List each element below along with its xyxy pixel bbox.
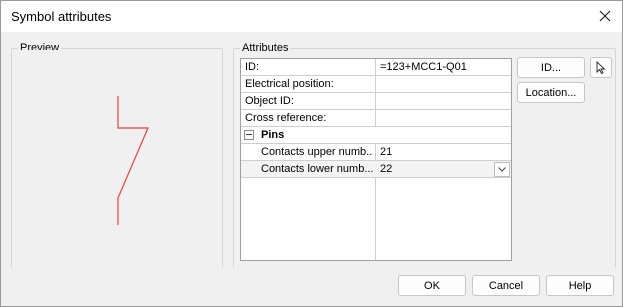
dropdown-button[interactable] bbox=[494, 162, 510, 177]
cursor-arrow-icon bbox=[596, 61, 606, 74]
title-bar: Symbol attributes bbox=[1, 1, 622, 32]
category-label: Pins bbox=[261, 129, 285, 141]
attribute-value[interactable]: 21 bbox=[380, 146, 392, 158]
id-button[interactable]: ID... bbox=[517, 57, 585, 78]
chevron-down-icon bbox=[498, 167, 506, 172]
attribute-row-electrical-position[interactable]: Electrical position: bbox=[241, 76, 511, 93]
attribute-label: Cross reference: bbox=[245, 112, 327, 124]
attribute-label: Contacts lower numb... bbox=[261, 163, 373, 175]
attribute-label: ID: bbox=[245, 61, 260, 73]
close-button[interactable] bbox=[591, 3, 619, 29]
preview-canvas bbox=[13, 50, 221, 267]
location-button[interactable]: Location... bbox=[517, 82, 585, 103]
attribute-row-object-id[interactable]: Object ID: bbox=[241, 93, 511, 110]
attributes-grid[interactable]: ID: =123+MCC1-Q01 Electrical position: O… bbox=[240, 58, 512, 261]
attribute-label: Object ID: bbox=[245, 95, 294, 107]
pin-row-lower[interactable]: Contacts lower numb... 22 bbox=[241, 161, 511, 178]
attribute-label: Electrical position: bbox=[245, 78, 334, 90]
attribute-row-cross-reference[interactable]: Cross reference: bbox=[241, 110, 511, 127]
contact-symbol-preview bbox=[117, 96, 149, 225]
attributes-group-title: Attributes bbox=[240, 42, 291, 54]
pin-row-upper[interactable]: Contacts upper numb... 21 bbox=[241, 144, 511, 161]
attribute-label: Contacts upper numb... bbox=[261, 146, 373, 158]
help-button[interactable]: Help bbox=[546, 275, 614, 296]
attribute-value[interactable]: 22 bbox=[380, 163, 392, 175]
dialog-footer: OK Cancel Help bbox=[1, 267, 622, 306]
symbol-attributes-dialog: Symbol attributes Preview Attributes ID:… bbox=[0, 0, 623, 307]
attribute-row-id[interactable]: ID: =123+MCC1-Q01 bbox=[241, 59, 511, 76]
window-title: Symbol attributes bbox=[11, 9, 112, 24]
ok-button[interactable]: OK bbox=[398, 275, 466, 296]
close-icon bbox=[599, 10, 611, 22]
cancel-button[interactable]: Cancel bbox=[472, 275, 540, 296]
pick-element-button[interactable] bbox=[590, 57, 612, 78]
category-row-pins[interactable]: Pins bbox=[241, 127, 511, 144]
attribute-value[interactable]: =123+MCC1-Q01 bbox=[380, 61, 467, 73]
collapse-icon[interactable] bbox=[244, 130, 254, 140]
